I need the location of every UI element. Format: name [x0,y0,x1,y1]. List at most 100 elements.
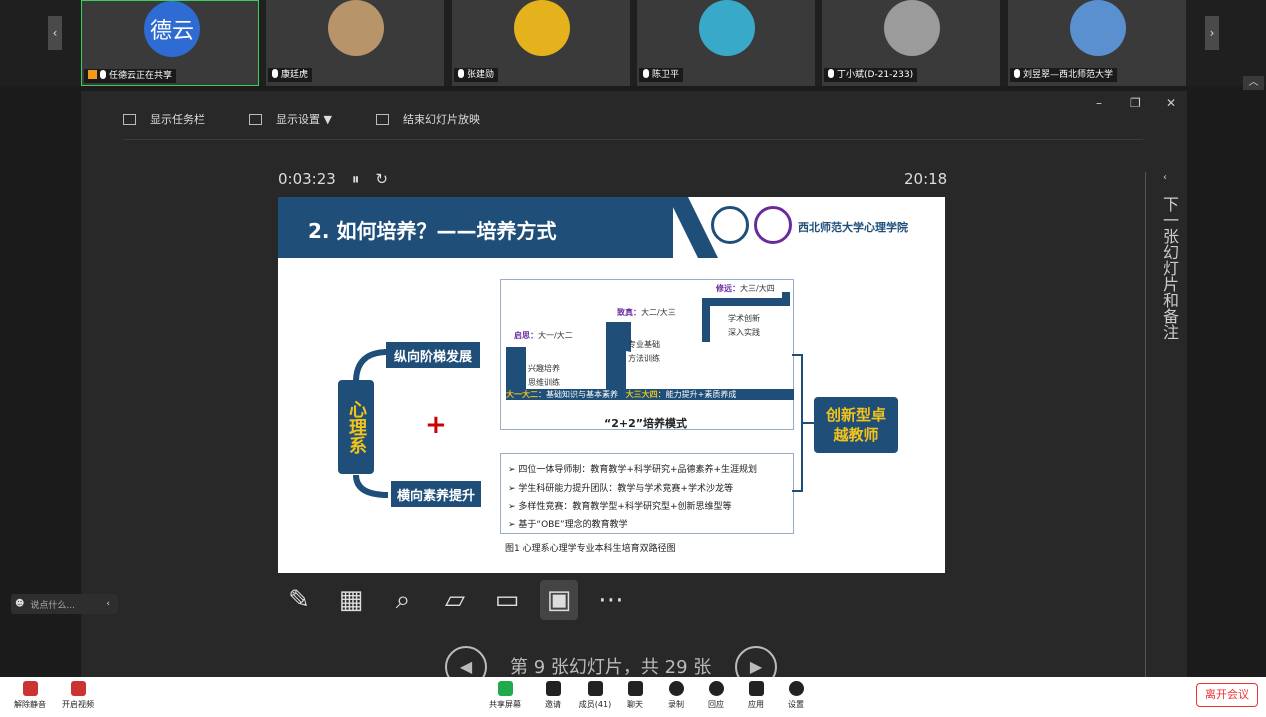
vertical-development-box: 纵向阶梯发展 [386,342,480,368]
display-settings-button[interactable]: 显示设置 ▼ [249,104,332,134]
presenter-controls: 显示任务栏 显示设置 ▼ 结束幻灯片放映 [123,104,524,134]
react-button[interactable]: 回应 [696,681,736,710]
show-taskbar-button[interactable]: 显示任务栏 [123,104,205,134]
settings-button[interactable]: 设置 [776,681,816,710]
stage1-years: 大一/大二 [538,331,573,340]
camera-icon[interactable]: ▣ [540,580,578,620]
bar-right-years: 大三大四 [625,390,658,399]
next-slide-notes-label[interactable]: 下一张幻灯片和备注 [1157,196,1181,340]
avatar: 德云 [144,1,200,57]
members-button[interactable]: 成员(41) [573,681,617,710]
slide-counter: 第 9 张幻灯片，共 29 张 [510,657,712,678]
apps-button[interactable]: 应用 [736,681,776,710]
participant-tile[interactable]: 张建勋 [452,0,630,86]
black-screen-icon[interactable]: ▱ [436,580,474,620]
bar-right-text: ：能力提升+素质养成 [657,390,737,399]
display-settings-icon [249,113,262,125]
react-icon [708,681,724,696]
collapse-strip-button[interactable]: ︿ [1243,76,1264,90]
bullet-item: ➢ 多样性竞赛：教育教学型+科学研究型+创新思维型等 [508,502,732,512]
participant-name: 陈卫平 [652,70,680,80]
stage1-label: 启思： [514,331,538,340]
mic-icon [1014,69,1020,78]
zoom-icon[interactable]: ⌕ [384,580,422,620]
slideshow-timer: 0:03:23 ⏸ ↻ [278,170,388,188]
chat-button[interactable]: 聊天 [615,681,655,710]
meeting-toolbar: 解除静音 开启视频 共享屏幕 邀请 成员(41) 聊天 录制 回应 应用 设置 [0,677,1266,717]
close-button[interactable]: ✕ [1166,96,1176,110]
bar-left-text: ：基础知识与基本素养 [538,390,618,399]
participant-tile[interactable]: 陈卫平 [637,0,815,86]
avatar [328,0,384,56]
mic-icon [643,69,649,78]
college-logo [754,206,792,244]
mic-icon [458,69,464,78]
leave-meeting-button[interactable]: 离开会议 [1196,683,1258,707]
participant-name: 康廷虎 [281,70,309,80]
end-slideshow-button[interactable]: 结束幻灯片放映 [375,104,480,134]
participant-strip: ‹ 德云 任德云正在共享 康廷虎 张建勋 陈卫平 丁小斌(D-21-233) 刘… [0,0,1266,90]
mic-muted-icon [22,681,38,696]
invite-button[interactable]: 邀请 [533,681,573,710]
all-slides-icon[interactable]: ▦ [332,580,370,620]
university-logo [711,206,749,244]
stage2-years: 大二/大三 [641,308,676,317]
bullet-item: ➢ 基于“OBE”理念的教育教学 [508,520,628,530]
model-label: “2+2”培养模式 [604,417,687,430]
collapse-panel-icon[interactable]: ‹ [1163,172,1167,183]
university-name: 西北师范大学心理学院 [798,221,908,234]
record-button[interactable]: 录制 [656,681,696,710]
unmute-button[interactable]: 解除静音 [8,681,52,710]
side-divider [1145,172,1146,678]
restore-button[interactable]: ❐ [1130,96,1141,110]
chat-collapse-icon[interactable]: ‹ [106,599,118,609]
end-show-icon [375,113,389,125]
strip-prev-button[interactable]: ‹ [48,16,62,50]
current-time: 20:18 [904,170,948,188]
mic-icon [828,69,834,78]
start-video-button[interactable]: 开启视频 [56,681,100,710]
more-options-icon[interactable]: ⋯ [592,580,630,620]
strip-next-button[interactable]: › [1205,16,1219,50]
subtitles-icon[interactable]: ▭ [488,580,526,620]
avatar [514,0,570,56]
taskbar-icon [123,113,136,125]
invite-icon [545,681,561,696]
slide-title: 2. 如何培养？——培养方式 [308,219,557,243]
apps-icon [748,681,764,696]
share-icon [88,70,97,79]
participant-tile[interactable]: 丁小斌(D-21-233) [822,0,1000,86]
video-off-icon [70,681,86,696]
horizontal-development-box: 横向素养提升 [391,481,481,507]
share-screen-icon [497,681,513,696]
participant-tile[interactable]: 德云 任德云正在共享 [81,0,259,86]
reset-icon[interactable]: ↻ [375,170,388,188]
current-slide: 2. 如何培养？——培养方式 西北师范大学心理学院 心理系 + 纵向阶梯发展 横… [278,197,945,573]
stage2-label: 致真： [617,308,641,317]
stage1-desc-2: 思维训练 [528,378,560,387]
participant-name: 刘昱翠—西北师范大学 [1023,70,1114,80]
bar-left-years: 大一大二 [506,390,538,399]
outcome-box: 创新型卓越教师 [814,397,898,453]
annotation-toolbar: ✎ ▦ ⌕ ▱ ▭ ▣ ⋯ [280,580,630,620]
share-screen-button[interactable]: 共享屏幕 [485,681,525,710]
stage3-years: 大三/大四 [740,284,775,293]
emoji-icon[interactable]: ☻ [15,599,24,609]
stage1-desc-1: 兴趣培养 [528,364,560,373]
participant-tile[interactable]: 康廷虎 [266,0,444,86]
pause-icon[interactable]: ⏸ [352,170,360,188]
stage3-desc-1: 学术创新 [728,314,760,323]
participant-name: 任德云正在共享 [109,71,173,81]
chat-icon [627,681,643,696]
elapsed-time: 0:03:23 [278,170,336,188]
members-icon [587,681,603,696]
participant-tile[interactable]: 刘昱翠—西北师范大学 [1008,0,1186,86]
record-icon [668,681,684,696]
stage2-desc-1: 专业基础 [628,340,660,349]
stage3-desc-2: 深入实践 [728,328,760,337]
chat-input[interactable]: ☻ 说点什么... ‹ [11,594,118,614]
minimize-button[interactable]: – [1096,96,1102,110]
avatar [1070,0,1126,56]
bullet-item: ➢ 四位一体导师制：教育教学+科学研究+品德素养+生涯规划 [508,465,758,475]
pen-icon[interactable]: ✎ [280,580,318,620]
